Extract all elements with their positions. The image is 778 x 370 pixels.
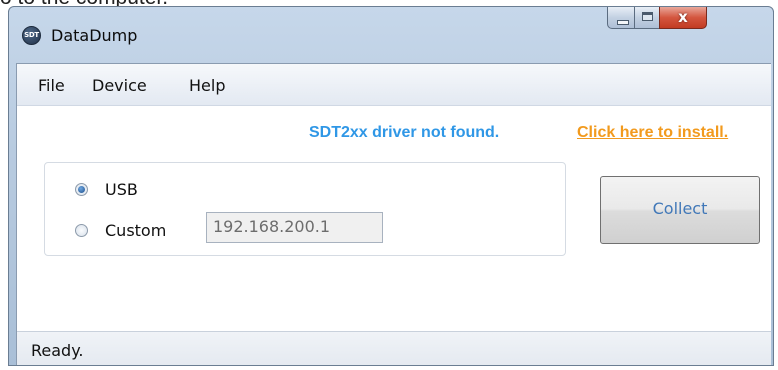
menu-file[interactable]: File: [38, 76, 65, 95]
minimize-icon: [617, 20, 629, 25]
maximize-icon: [642, 12, 653, 21]
app-window: SDT DataDump x File Device Help SDT2xx d…: [8, 6, 774, 366]
app-logo-icon: SDT: [22, 26, 41, 45]
usb-radio[interactable]: [75, 183, 88, 196]
status-text: Ready.: [31, 341, 84, 360]
usb-radio-label[interactable]: USB: [105, 180, 138, 199]
menu-help[interactable]: Help: [189, 76, 225, 95]
close-icon: x: [678, 8, 688, 26]
connection-group: USB Custom 192.168.200.1: [44, 162, 566, 256]
custom-radio-label[interactable]: Custom: [105, 221, 166, 240]
collect-button[interactable]: Collect: [600, 176, 760, 244]
status-bar: Ready.: [17, 331, 771, 365]
window-title: DataDump: [51, 26, 138, 45]
menu-device[interactable]: Device: [92, 76, 147, 95]
custom-ip-input[interactable]: 192.168.200.1: [206, 212, 383, 243]
custom-radio[interactable]: [75, 224, 88, 237]
driver-not-found-message: SDT2xx driver not found.: [309, 124, 500, 141]
close-button[interactable]: x: [659, 7, 707, 29]
client-area: File Device Help SDT2xx driver not found…: [16, 63, 771, 365]
menu-bar: File Device Help: [17, 64, 771, 106]
minimize-button[interactable]: [607, 7, 635, 29]
install-driver-link[interactable]: Click here to install.: [577, 124, 728, 142]
title-bar[interactable]: SDT DataDump x: [9, 7, 773, 63]
maximize-button[interactable]: [634, 7, 660, 29]
main-panel: SDT2xx driver not found. Click here to i…: [17, 106, 771, 331]
